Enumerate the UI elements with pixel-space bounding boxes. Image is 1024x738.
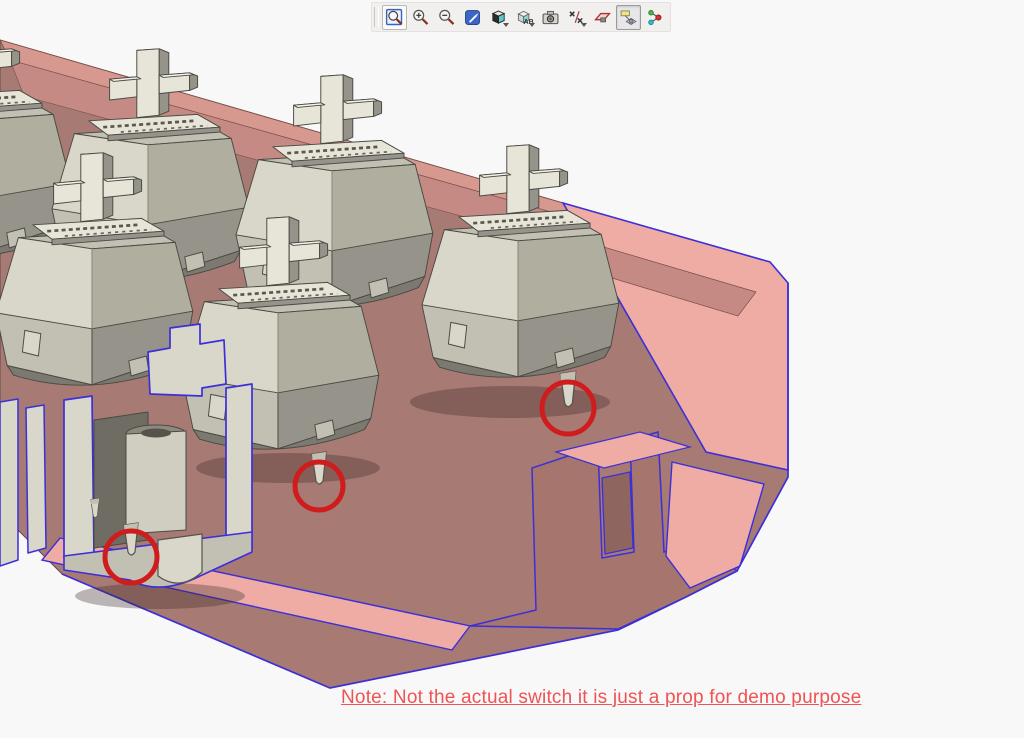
label-annotation-button[interactable] xyxy=(616,5,641,30)
screenshot-icon xyxy=(540,7,561,28)
view-cube-button[interactable] xyxy=(486,5,511,30)
zoom-in-button[interactable] xyxy=(408,5,433,30)
view-toolbar xyxy=(371,2,671,32)
note-text: Note: Not the actual switch it is just a… xyxy=(341,687,861,709)
view-cube-icon xyxy=(488,7,509,28)
scene-graph-button[interactable] xyxy=(642,5,667,30)
fit-all-button[interactable] xyxy=(382,5,407,30)
axis-cross-button[interactable] xyxy=(564,5,589,30)
switch xyxy=(236,75,433,307)
model-scene xyxy=(0,0,1024,738)
draw-style-button[interactable] xyxy=(460,5,485,30)
toolbar-handle[interactable] xyxy=(374,7,379,27)
toolbar-buttons xyxy=(382,5,667,30)
named-views-button[interactable] xyxy=(512,5,537,30)
named-views-icon xyxy=(514,7,535,28)
case-channel-slant xyxy=(666,462,764,588)
case-channel-gap xyxy=(602,472,633,554)
zoom-in-icon xyxy=(410,7,431,28)
draw-style-icon xyxy=(462,7,483,28)
scene-graph-icon xyxy=(644,7,665,28)
fit-all-icon xyxy=(384,7,405,28)
3d-viewport[interactable]: Note: Not the actual switch it is just a… xyxy=(0,0,1024,738)
clipping-plane-button[interactable] xyxy=(590,5,615,30)
clipping-plane-icon xyxy=(592,7,613,28)
label-annotation-icon xyxy=(618,7,639,28)
axis-cross-icon xyxy=(566,7,587,28)
zoom-out-icon xyxy=(436,7,457,28)
screenshot-button[interactable] xyxy=(538,5,563,30)
zoom-out-button[interactable] xyxy=(434,5,459,30)
